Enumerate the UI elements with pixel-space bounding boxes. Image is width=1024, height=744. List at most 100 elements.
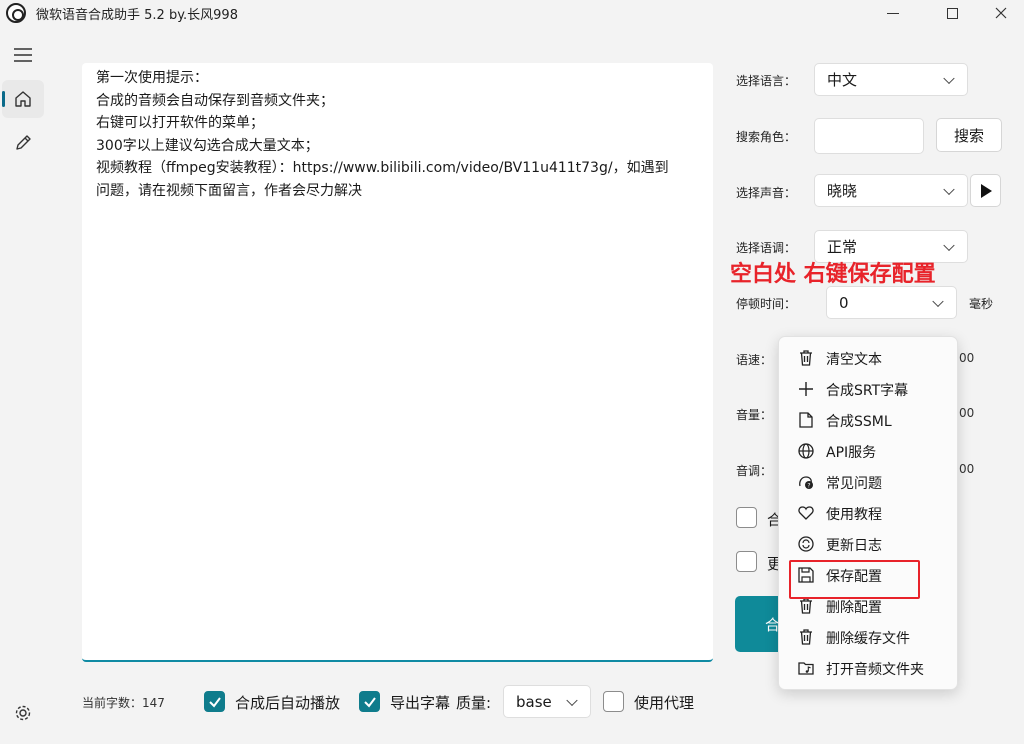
menu-item-label: 合成SRT字幕 — [826, 383, 909, 399]
language-value: 中文 — [827, 71, 858, 89]
pitch-label: 音调： — [736, 464, 773, 478]
quality-label: 质量: — [456, 694, 492, 712]
menu-item-label: 更新日志 — [826, 538, 882, 554]
editor-line: 右键可以打开软件的菜单； — [96, 115, 264, 131]
menu-item-ssml[interactable]: 合成SSML — [779, 405, 957, 436]
nav-edit[interactable] — [2, 124, 44, 162]
minimize-icon — [887, 12, 899, 14]
trash-icon — [797, 628, 815, 646]
save-config-highlight — [789, 560, 920, 599]
voice-select[interactable]: 晓晓 — [814, 174, 968, 207]
settings-icon — [15, 705, 31, 721]
chevron-down-icon — [943, 72, 955, 84]
title-bar: 微软语音合成助手 5.2 by.长风998 — [0, 0, 1024, 26]
chevron-down-icon — [943, 239, 955, 251]
editor-line: 合成的音频会自动保存到音频文件夹； — [96, 92, 334, 109]
volume-label: 音量： — [736, 408, 773, 422]
quality-value: base — [516, 692, 552, 711]
annotation-note: 空白处 右键保存配置 — [730, 262, 936, 287]
search-button[interactable]: 搜索 — [936, 118, 1002, 152]
proxy-label: 使用代理 — [634, 694, 695, 712]
editor-line: 300字以上建议勾选合成大量文本； — [96, 137, 319, 154]
chevron-down-icon — [932, 295, 944, 307]
menu-item-changelog[interactable]: 更新日志 — [779, 529, 957, 560]
autoplay-label: 合成后自动播放 — [235, 694, 341, 712]
voice-value: 晓晓 — [827, 182, 858, 200]
trash-icon — [797, 349, 815, 367]
speed-label: 语速： — [736, 353, 773, 367]
menu-item-srt[interactable]: 合成SRT字幕 — [779, 374, 957, 405]
close-icon — [995, 7, 1007, 19]
refresh-icon — [797, 535, 815, 553]
menu-item-label: 打开音频文件夹 — [826, 662, 924, 678]
speed-value: 00 — [959, 351, 975, 365]
chevron-down-icon — [566, 694, 578, 706]
search-button-label: 搜索 — [953, 126, 984, 145]
autoplay-checkbox[interactable] — [204, 691, 225, 712]
export-subtitle-label: 导出字幕 — [390, 694, 451, 712]
char-count: 当前字数：147 — [82, 696, 165, 710]
pause-label: 停顿时间： — [736, 297, 797, 311]
maximize-button[interactable] — [929, 0, 975, 26]
export-subtitle-checkbox[interactable] — [359, 691, 380, 712]
home-icon — [15, 91, 31, 107]
menu-item-label: API服务 — [826, 445, 877, 461]
document-icon — [797, 411, 815, 429]
voice-label: 选择声音： — [736, 186, 797, 200]
globe-icon — [797, 442, 815, 460]
context-menu: 清空文本 合成SRT字幕 合成SSML API服务 ? 常见问题 使用教程 更新… — [778, 336, 958, 690]
maximize-icon — [946, 7, 958, 19]
language-label: 选择语言： — [736, 74, 797, 88]
menu-item-delete-cache[interactable]: 删除缓存文件 — [779, 622, 957, 653]
play-voice-button[interactable] — [970, 174, 1001, 207]
editor-line: 问题，请在视频下面留言，作者会尽力解决 — [96, 182, 362, 199]
plus-icon — [797, 380, 815, 398]
option-checkbox-1[interactable] — [736, 507, 757, 528]
heart-icon — [797, 504, 815, 522]
menu-item-label: 删除配置 — [826, 600, 882, 616]
minimize-button[interactable] — [870, 0, 916, 26]
menu-icon — [14, 48, 32, 62]
trash-icon — [797, 597, 815, 615]
pause-unit: 毫秒 — [969, 297, 994, 311]
quality-select[interactable]: base — [503, 685, 591, 718]
option-checkbox-2[interactable] — [736, 551, 757, 572]
question-icon: ? — [797, 473, 815, 491]
close-button[interactable] — [978, 0, 1024, 26]
menu-item-label: 使用教程 — [826, 507, 882, 523]
menu-item-open-folder[interactable]: 打开音频文件夹 — [779, 653, 957, 684]
folder-music-icon — [797, 659, 815, 677]
proxy-checkbox[interactable] — [603, 691, 624, 712]
editor-line: 第一次使用提示： — [96, 70, 208, 86]
svg-text:?: ? — [807, 483, 810, 490]
language-select[interactable]: 中文 — [814, 63, 968, 96]
pencil-icon — [16, 135, 31, 150]
search-role-label: 搜索角色： — [736, 130, 797, 144]
menu-item-faq[interactable]: ? 常见问题 — [779, 467, 957, 498]
pause-value: 0 — [839, 293, 849, 312]
menu-item-api[interactable]: API服务 — [779, 436, 957, 467]
chevron-down-icon — [943, 183, 955, 195]
tone-label: 选择语调： — [736, 241, 797, 255]
hamburger-menu-button[interactable] — [2, 36, 44, 74]
window-title: 微软语音合成助手 5.2 by.长风998 — [36, 8, 238, 23]
menu-item-label: 删除缓存文件 — [826, 631, 910, 647]
tone-value: 正常 — [827, 238, 858, 256]
text-editor[interactable]: 第一次使用提示： 合成的音频会自动保存到音频文件夹； 右键可以打开软件的菜单； … — [82, 63, 713, 662]
checkmark-icon — [208, 696, 221, 708]
editor-line: 视频教程（ffmpeg安装教程）：https://www.bilibili.co… — [96, 160, 669, 176]
pause-select[interactable]: 0 — [826, 286, 957, 319]
menu-item-clear-text[interactable]: 清空文本 — [779, 343, 957, 374]
app-logo-icon — [6, 3, 26, 23]
menu-item-label: 合成SSML — [826, 414, 892, 430]
pitch-value: 00 — [959, 462, 975, 476]
search-role-input[interactable] — [814, 118, 924, 154]
menu-item-tutorial[interactable]: 使用教程 — [779, 498, 957, 529]
play-icon — [980, 183, 992, 198]
nav-home[interactable] — [2, 80, 44, 118]
volume-value: 00 — [959, 406, 975, 420]
menu-item-label: 常见问题 — [826, 476, 882, 492]
menu-item-label: 清空文本 — [826, 352, 882, 368]
nav-settings[interactable] — [2, 694, 44, 732]
checkmark-icon — [363, 696, 376, 708]
